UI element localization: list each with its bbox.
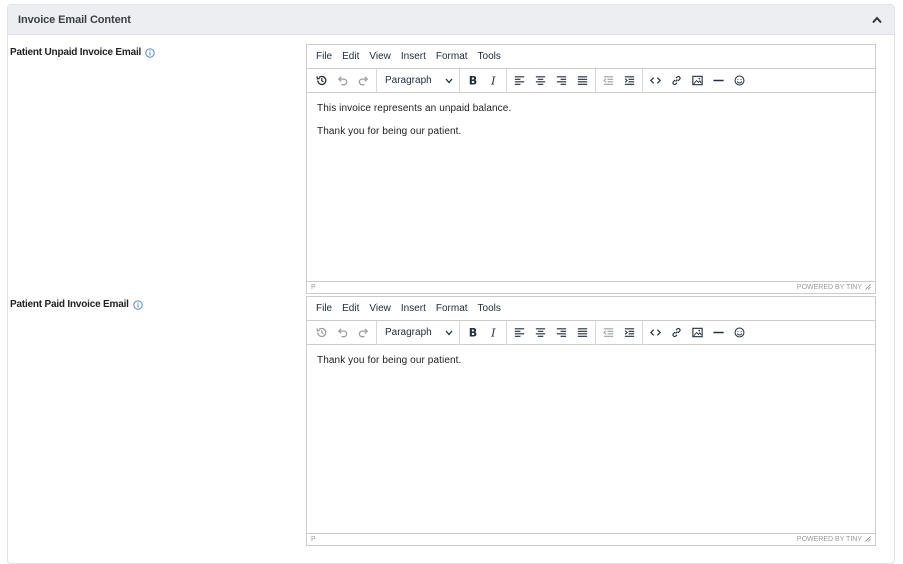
chevron-down-icon (445, 78, 453, 83)
unpaid-invoice-editor: File Edit View Insert Format Tools Parag… (306, 44, 876, 294)
menu-insert[interactable]: Insert (396, 51, 431, 62)
undo-icon[interactable] (332, 323, 353, 343)
editor-toolbar: Paragraph B I (307, 320, 875, 345)
emoticons-icon[interactable] (729, 71, 750, 91)
element-path[interactable]: P (311, 284, 316, 291)
menu-edit[interactable]: Edit (337, 51, 364, 62)
align-right-icon[interactable] (551, 323, 572, 343)
align-right-icon[interactable] (551, 71, 572, 91)
element-path[interactable]: P (311, 536, 316, 543)
redo-icon[interactable] (353, 323, 374, 343)
paid-invoice-editor: File Edit View Insert Format Tools Parag… (306, 296, 876, 546)
editor-content[interactable]: This invoice represents an unpaid balanc… (307, 93, 875, 281)
svg-text:B: B (469, 75, 477, 87)
undo-icon[interactable] (332, 71, 353, 91)
chevron-up-icon[interactable] (870, 13, 884, 27)
paid-invoice-label-text: Patient Paid Invoice Email (10, 299, 129, 310)
bold-icon[interactable]: B (462, 323, 483, 343)
svg-text:I: I (490, 75, 496, 87)
horizontal-line-icon[interactable] (708, 323, 729, 343)
italic-icon[interactable]: I (483, 71, 504, 91)
unpaid-invoice-label: Patient Unpaid Invoice Email (10, 47, 155, 58)
info-icon[interactable] (145, 47, 155, 58)
block-format-value: Paragraph (385, 75, 432, 86)
unpaid-invoice-label-text: Patient Unpaid Invoice Email (10, 47, 142, 58)
bold-icon[interactable]: B (462, 71, 483, 91)
link-icon[interactable] (666, 71, 687, 91)
italic-icon[interactable]: I (483, 323, 504, 343)
menu-tools[interactable]: Tools (473, 303, 506, 314)
image-icon[interactable] (687, 71, 708, 91)
align-justify-icon[interactable] (572, 323, 593, 343)
outdent-icon[interactable] (598, 323, 619, 343)
resize-handle-icon[interactable] (865, 284, 871, 290)
outdent-icon[interactable] (598, 71, 619, 91)
resize-handle-icon[interactable] (865, 536, 871, 542)
align-left-icon[interactable] (509, 323, 530, 343)
source-code-icon[interactable] (645, 323, 666, 343)
branding-link[interactable]: POWERED BY TINY (797, 536, 862, 543)
menu-format[interactable]: Format (431, 303, 473, 314)
menu-insert[interactable]: Insert (396, 303, 431, 314)
history-icon[interactable] (311, 71, 332, 91)
indent-icon[interactable] (619, 71, 640, 91)
history-icon[interactable] (311, 323, 332, 343)
horizontal-line-icon[interactable] (708, 71, 729, 91)
editor-toolbar: Paragraph B I (307, 68, 875, 93)
align-justify-icon[interactable] (572, 71, 593, 91)
menu-file[interactable]: File (311, 303, 337, 314)
editor-menubar: File Edit View Insert Format Tools (307, 45, 875, 69)
menu-file[interactable]: File (311, 51, 337, 62)
menu-tools[interactable]: Tools (473, 51, 506, 62)
align-center-icon[interactable] (530, 71, 551, 91)
svg-text:B: B (469, 327, 477, 339)
menu-view[interactable]: View (364, 303, 396, 314)
indent-icon[interactable] (619, 323, 640, 343)
source-code-icon[interactable] (645, 71, 666, 91)
emoticons-icon[interactable] (729, 323, 750, 343)
menu-edit[interactable]: Edit (337, 303, 364, 314)
align-center-icon[interactable] (530, 323, 551, 343)
editor-menubar: File Edit View Insert Format Tools (307, 297, 875, 321)
link-icon[interactable] (666, 323, 687, 343)
branding-link[interactable]: POWERED BY TINY (797, 284, 862, 291)
editor-content[interactable]: Thank you for being our patient. (307, 345, 875, 533)
chevron-down-icon (445, 330, 453, 335)
content-paragraph: This invoice represents an unpaid balanc… (317, 103, 512, 114)
info-icon[interactable] (133, 299, 143, 310)
panel-header[interactable]: Invoice Email Content (8, 5, 894, 35)
align-left-icon[interactable] (509, 71, 530, 91)
content-paragraph: Thank you for being our patient. (317, 355, 462, 366)
svg-text:I: I (490, 327, 496, 339)
image-icon[interactable] (687, 323, 708, 343)
block-format-select[interactable]: Paragraph (379, 323, 457, 343)
editor-statusbar: P POWERED BY TINY (307, 533, 875, 544)
menu-format[interactable]: Format (431, 51, 473, 62)
editor-statusbar: P POWERED BY TINY (307, 281, 875, 292)
panel-title: Invoice Email Content (18, 13, 131, 26)
redo-icon[interactable] (353, 71, 374, 91)
block-format-value: Paragraph (385, 327, 432, 338)
block-format-select[interactable]: Paragraph (379, 71, 457, 91)
menu-view[interactable]: View (364, 51, 396, 62)
content-paragraph: Thank you for being our patient. (317, 126, 462, 137)
paid-invoice-label: Patient Paid Invoice Email (10, 299, 143, 310)
